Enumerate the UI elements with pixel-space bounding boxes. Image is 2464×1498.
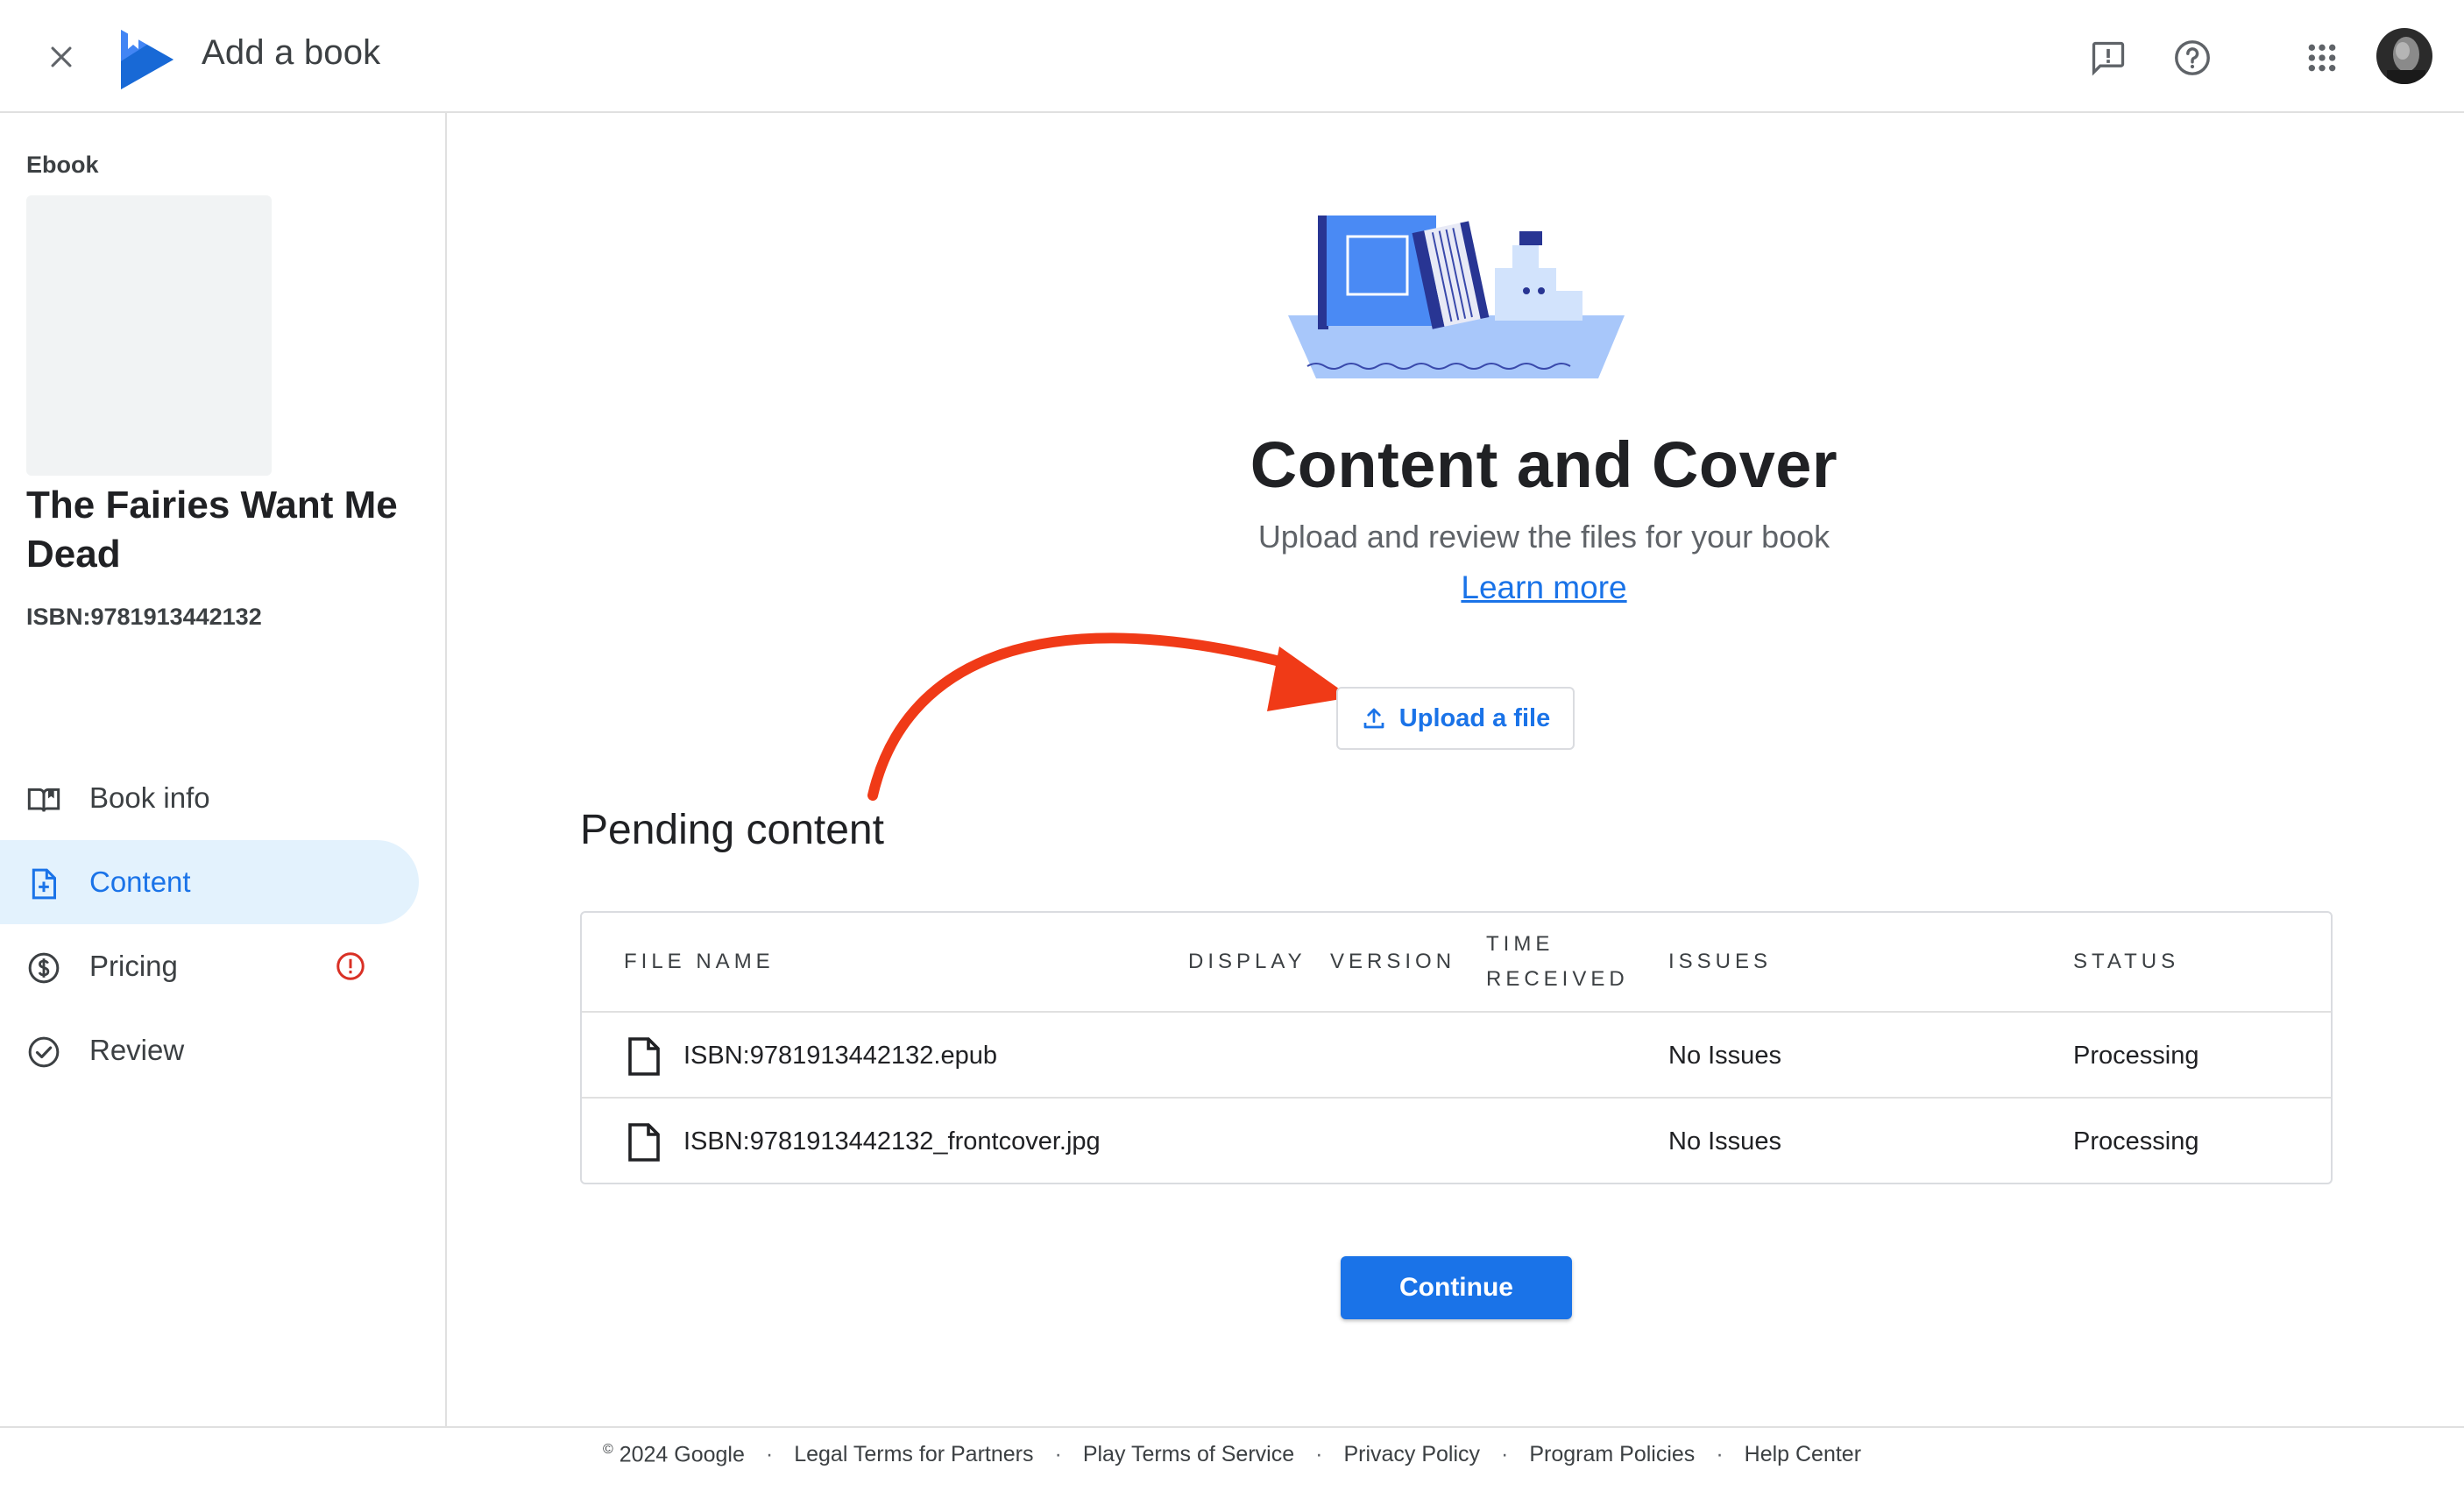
book-isbn: ISBN:9781913442132 [26, 604, 262, 630]
table-row[interactable]: ISBN:9781913442132.epub No Issues Proces… [582, 1013, 2331, 1099]
sidebar-item-label: Content [89, 866, 191, 898]
file-add-icon [32, 868, 56, 900]
column-header-received: RECEIVED [1486, 967, 1629, 991]
feedback-button[interactable] [2084, 33, 2133, 82]
copyright-mark: © [602, 1442, 613, 1457]
footer-separator: · [1054, 1442, 1062, 1467]
upload-file-button[interactable]: Upload a file [1336, 687, 1575, 750]
help-icon [2175, 40, 2210, 75]
sidebar-item-label: Book info [89, 781, 210, 814]
annotation-arrow [867, 632, 1351, 801]
close-icon [51, 46, 72, 67]
sidebar-item-label: Review [89, 1034, 185, 1066]
footer-link-privacy-policy[interactable]: Privacy Policy [1343, 1442, 1480, 1467]
app-title: Add a book [202, 33, 381, 72]
footer-separator: · [1501, 1442, 1509, 1467]
footer-link-play-terms[interactable]: Play Terms of Service [1083, 1442, 1294, 1467]
feedback-icon [2092, 41, 2125, 76]
book-cover-placeholder [26, 195, 272, 476]
sidebar-item-label: Pricing [89, 950, 178, 982]
help-button[interactable] [2168, 33, 2217, 82]
copyright-text: © 2024 Google [603, 1442, 745, 1467]
file-name-cell: ISBN:9781913442132_frontcover.jpg [683, 1127, 1101, 1155]
issues-cell: No Issues [1668, 1127, 1781, 1155]
upload-icon [1363, 708, 1384, 729]
footer: © 2024 Google · Legal Terms for Partners… [0, 1426, 2464, 1498]
apps-button[interactable] [2298, 33, 2347, 82]
continue-button[interactable]: Continue [1341, 1256, 1572, 1319]
top-app-bar: Add a book [0, 0, 2464, 113]
close-button[interactable] [35, 35, 88, 79]
file-icon [628, 1037, 660, 1076]
warning-icon [336, 952, 365, 980]
apps-grid-icon [2308, 44, 2336, 72]
section-label: Ebook [26, 152, 99, 178]
sidebar-item-review[interactable]: Review [0, 1008, 419, 1092]
footer-link-help-center[interactable]: Help Center [1745, 1442, 1861, 1467]
file-name-cell: ISBN:9781913442132.epub [683, 1041, 997, 1070]
issues-cell: No Issues [1668, 1041, 1781, 1070]
column-header-version: VERSION [1330, 950, 1456, 973]
page-title: Content and Cover [1250, 428, 1838, 501]
footer-separator: · [1716, 1442, 1724, 1467]
footer-separator: · [765, 1442, 774, 1467]
learn-more-link[interactable]: Learn more [1051, 569, 2036, 606]
footer-separator: · [1315, 1442, 1323, 1467]
avatar[interactable] [2376, 28, 2432, 84]
page-subtitle: Upload and review the files for your boo… [1257, 519, 1830, 555]
pending-content-heading: Pending content [580, 807, 884, 853]
file-icon [628, 1123, 660, 1162]
table-header: FILE NAME DISPLAY VERSION TIME RECEIVED … [582, 913, 2331, 1013]
book-open-icon [27, 788, 60, 812]
status-cell: Processing [2073, 1127, 2199, 1155]
sidebar-item-book-info[interactable]: Book info [0, 756, 419, 840]
copyright-label: 2024 Google [619, 1442, 745, 1467]
column-header-time: TIME [1486, 932, 1554, 956]
dollar-circle-icon [28, 952, 60, 984]
footer-link-legal-terms[interactable]: Legal Terms for Partners [794, 1442, 1033, 1467]
book-title: The Fairies Want Me Dead [26, 484, 398, 576]
table-row[interactable]: ISBN:9781913442132_frontcover.jpg No Iss… [582, 1099, 2331, 1184]
sidebar: Ebook The Fairies Want Me Dead ISBN:9781… [0, 113, 447, 1427]
footer-link-program-policies[interactable]: Program Policies [1529, 1442, 1695, 1467]
pending-content-table: FILE NAME DISPLAY VERSION TIME RECEIVED … [580, 911, 2333, 1184]
sidebar-item-pricing[interactable]: Pricing [0, 924, 419, 1008]
upload-file-label: Upload a file [1398, 703, 1551, 732]
column-header-status: STATUS [2073, 950, 2180, 973]
column-header-file-name: FILE NAME [624, 950, 775, 973]
ship-with-books-illustration [1288, 216, 1625, 378]
status-cell: Processing [2073, 1041, 2199, 1070]
check-circle-icon [28, 1036, 60, 1068]
sidebar-item-content[interactable]: Content [0, 840, 419, 924]
footer-links: © 2024 Google · Legal Terms for Partners… [0, 1442, 2464, 1467]
google-play-books-logo [121, 30, 173, 89]
column-header-issues: ISSUES [1668, 950, 1773, 973]
column-header-display: DISPLAY [1188, 950, 1306, 973]
